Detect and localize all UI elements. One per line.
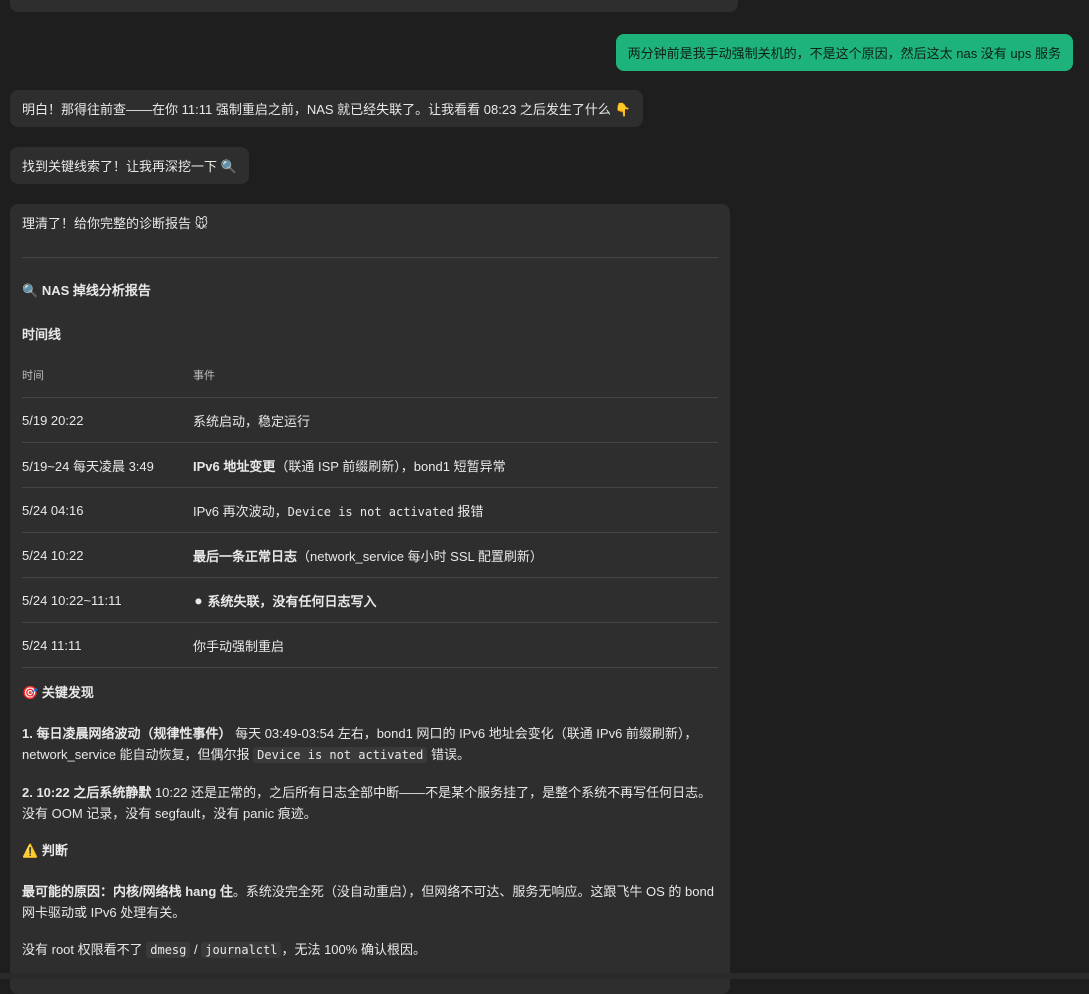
- column-header-time: 时间: [22, 367, 193, 398]
- cell-time: 5/24 10:22~11:11: [22, 577, 193, 623]
- table-header-row: 时间 事件: [22, 367, 718, 398]
- root-note: 没有 root 权限看不了 dmesg / journalctl ，无法 100%…: [22, 942, 426, 958]
- cell-event: ⚫ 系统失联，没有任何日志写入: [193, 577, 718, 623]
- user-message-text: 两分钟前是我手动强制关机的，不是这个原因，然后这太 nas 没有 ups 服务: [627, 46, 1061, 61]
- target-icon: 🎯: [22, 686, 39, 701]
- judgement-heading: ⚠️ 判断: [22, 843, 68, 859]
- table-row: 5/19 20:22 系统启动，稳定运行: [22, 397, 718, 443]
- assistant-message-bubble: 找到关键线索了！让我再深挖一下 🔍: [10, 147, 249, 184]
- magnifier-icon: 🔍: [220, 160, 237, 175]
- cell-time: 5/24 11:11: [22, 622, 193, 668]
- report-intro: 理清了！给你完整的诊断报告 🐭: [22, 216, 209, 232]
- column-header-event: 事件: [193, 367, 718, 398]
- assistant-message-text: 找到关键线索了！让我再深挖一下: [22, 159, 218, 174]
- table-row: 5/24 10:22~11:11 ⚫ 系统失联，没有任何日志写入: [22, 577, 718, 623]
- finding-2: 2. 10:22 之后系统静默 10:22 还是正常的，之后所有日志全部中断——…: [22, 785, 712, 821]
- cell-time: 5/19 20:22: [22, 397, 193, 443]
- divider: [22, 257, 718, 258]
- table-row: 5/24 04:16 IPv6 再次波动，Device is not activ…: [22, 487, 718, 533]
- diagnosis-report-bubble: 理清了！给你完整的诊断报告 🐭 🔍 NAS 掉线分析报告 时间线 时间 事件 5…: [10, 204, 730, 994]
- table-row: 5/24 10:22 最后一条正常日志（network_service 每小时 …: [22, 532, 718, 578]
- table-row: 5/19~24 每天凌晨 3:49 IPv6 地址变更（联通 ISP 前缀刷新）…: [22, 442, 718, 488]
- cell-event: IPv6 地址变更（联通 ISP 前缀刷新），bond1 短暂异常: [193, 442, 718, 488]
- black-circle-icon: ⚫: [193, 594, 204, 610]
- findings-heading: 🎯 关键发现: [22, 685, 94, 701]
- pointing-down-icon: 👇: [614, 103, 631, 118]
- cell-time: 5/24 04:16: [22, 487, 193, 533]
- magnifier-icon: 🔍: [22, 284, 39, 299]
- mouse-icon: 🐭: [194, 217, 209, 232]
- judgement-text: 最可能的原因：内核/网络栈 hang 住。系统没完全死（没自动重启），但网络不可…: [22, 884, 714, 920]
- finding-1: 1. 每日凌晨网络波动（规律性事件） 每天 03:49-03:54 左右，bon…: [22, 726, 698, 763]
- warning-icon: ⚠️: [22, 844, 39, 859]
- cell-event: 最后一条正常日志（network_service 每小时 SSL 配置刷新）: [193, 532, 718, 578]
- previous-message-bubble: [10, 0, 738, 12]
- cell-time: 5/24 10:22: [22, 532, 193, 578]
- cell-time: 5/19~24 每天凌晨 3:49: [22, 442, 193, 488]
- timeline-table: 时间 事件 5/19 20:22 系统启动，稳定运行 5/19~24 每天凌晨 …: [22, 367, 718, 668]
- scroll-area-edge: [0, 973, 1089, 979]
- cell-event: 你手动强制重启: [193, 622, 718, 668]
- assistant-message-bubble: 明白！那得往前查——在你 11:11 强制重启之前，NAS 就已经失联了。让我看…: [10, 90, 643, 127]
- timeline-heading: 时间线: [22, 327, 62, 342]
- cell-event: IPv6 再次波动，Device is not activated 报错: [193, 487, 718, 533]
- assistant-message-text: 明白！那得往前查——在你 11:11 强制重启之前，NAS 就已经失联了。让我看…: [22, 102, 611, 117]
- user-message-bubble: 两分钟前是我手动强制关机的，不是这个原因，然后这太 nas 没有 ups 服务: [615, 34, 1073, 71]
- report-title: 🔍 NAS 掉线分析报告: [22, 283, 151, 299]
- table-row: 5/24 11:11 你手动强制重启: [22, 622, 718, 668]
- cell-event: 系统启动，稳定运行: [193, 397, 718, 443]
